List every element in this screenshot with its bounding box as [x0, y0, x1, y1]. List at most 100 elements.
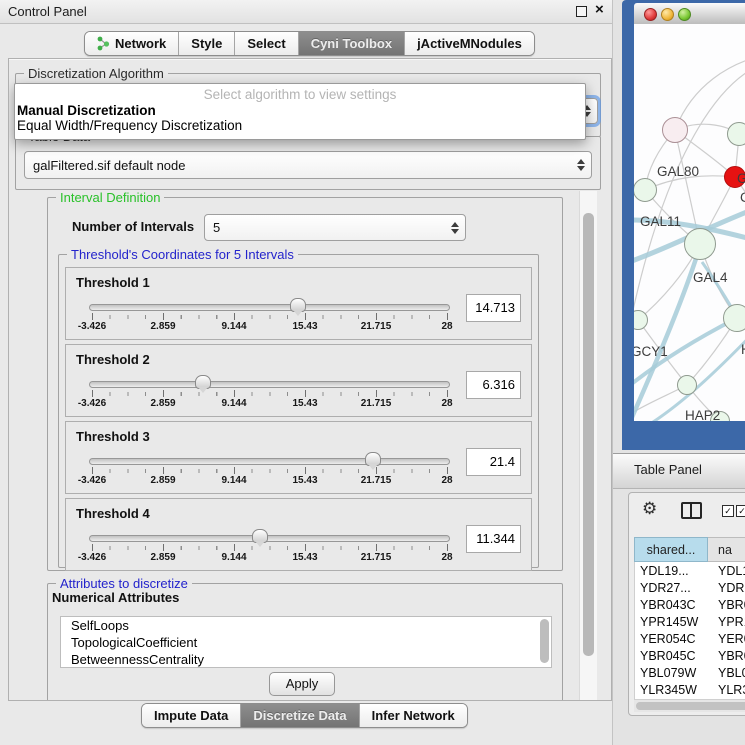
checkbox-checked-icon[interactable]: ✓ — [722, 505, 734, 517]
network-node[interactable] — [662, 117, 688, 143]
slider-handle[interactable] — [290, 298, 306, 312]
network-canvas[interactable]: GAL80 G C GAL11 GAL4 GCY1 H HAP2 — [634, 24, 745, 421]
combo-stepper-icon — [577, 159, 585, 171]
numerical-attributes-list[interactable]: SelfLoops TopologicalCoefficient Between… — [60, 616, 552, 668]
threshold-value-field[interactable]: 14.713 — [466, 294, 521, 322]
cell[interactable]: YDR2 — [709, 581, 745, 595]
cell[interactable]: YLR345W — [635, 683, 709, 697]
node-label-partial: H — [741, 342, 745, 357]
list-item[interactable]: BetweennessCentrality — [61, 651, 551, 668]
close-traffic-light-icon[interactable] — [644, 8, 657, 21]
tab-style[interactable]: Style — [178, 32, 234, 55]
node-label-hap2: HAP2 — [685, 408, 720, 421]
cell[interactable]: YPR1 — [709, 615, 745, 629]
table-row[interactable]: YBR043CYBR0 — [635, 596, 745, 613]
node-label-gal80: GAL80 — [657, 164, 699, 179]
tab-network[interactable]: Network — [85, 32, 178, 55]
slider-track[interactable] — [89, 535, 450, 542]
threshold-value-field[interactable]: 11.344 — [466, 525, 521, 553]
cell[interactable]: YBL079W — [635, 666, 709, 680]
list-scrollbar-thumb[interactable] — [540, 619, 549, 663]
table-row[interactable]: YLR345WYLR3 — [635, 681, 745, 698]
cell[interactable]: YPR145W — [635, 615, 709, 629]
cell[interactable]: YBR045C — [635, 649, 709, 663]
panel-scrollbar[interactable] — [579, 191, 597, 700]
apply-button[interactable]: Apply — [269, 672, 335, 696]
group-title: Discretization Algorithm — [24, 66, 168, 81]
network-node[interactable] — [684, 228, 716, 260]
column-header-name[interactable]: na — [708, 537, 745, 562]
cell[interactable]: YDL19... — [635, 564, 709, 578]
table-row[interactable]: YBR045CYBR0 — [635, 647, 745, 664]
tick-label: 21.715 — [361, 552, 392, 563]
node-label-partial: C — [740, 190, 745, 205]
table-hscrollbar-thumb[interactable] — [636, 702, 745, 710]
dropdown-option-manual-discretization[interactable]: Manual Discretization — [15, 103, 585, 118]
slider-track[interactable] — [89, 304, 450, 311]
network-node[interactable] — [723, 304, 745, 332]
maximize-traffic-light-icon[interactable] — [678, 8, 691, 21]
threshold-slider[interactable]: -3.426 2.859 9.144 15.43 21.715 28 — [92, 300, 447, 334]
table-panel-title: Table Panel — [634, 462, 702, 477]
split-columns-icon[interactable] — [681, 502, 702, 519]
table-row[interactable]: YPR145WYPR1 — [635, 613, 745, 630]
slider-handle[interactable] — [252, 529, 268, 543]
gear-icon[interactable]: ⚙ — [642, 499, 657, 519]
table-row[interactable]: YBL079WYBL0 — [635, 664, 745, 681]
table-data-combobox[interactable]: galFiltered.sif default node — [24, 151, 592, 179]
cell[interactable]: YER054C — [635, 632, 709, 646]
float-window-icon[interactable] — [576, 6, 587, 17]
tab-select[interactable]: Select — [234, 32, 297, 55]
threshold-slider[interactable]: -3.426 2.859 9.144 15.43 21.715 28 — [92, 454, 447, 488]
cell[interactable]: YLR3 — [709, 683, 745, 697]
column-header-shared-name[interactable]: shared... — [634, 537, 708, 562]
cell[interactable]: YDR27... — [635, 581, 709, 595]
tab-discretize-data[interactable]: Discretize Data — [240, 704, 358, 727]
table-horizontal-scrollbar[interactable] — [634, 699, 745, 712]
table-row[interactable]: YER054CYER0 — [635, 630, 745, 647]
tick-label: 2.859 — [150, 552, 175, 563]
network-node[interactable] — [634, 178, 657, 202]
node-table[interactable]: YDL19...YDL1 YDR27...YDR2 YBR043CYBR0 YP… — [634, 562, 745, 702]
cell[interactable]: YBR0 — [709, 598, 745, 612]
cell[interactable]: YER0 — [709, 632, 745, 646]
tab-cyni-toolbox[interactable]: Cyni Toolbox — [298, 32, 404, 55]
cell[interactable]: YBR0 — [709, 649, 745, 663]
tick-label: 9.144 — [221, 398, 246, 409]
minimize-traffic-light-icon[interactable] — [661, 8, 674, 21]
slider-handle[interactable] — [195, 375, 211, 389]
checkbox-checked-icon[interactable]: ✓ — [736, 505, 745, 517]
network-view-window[interactable]: GAL80 G C GAL11 GAL4 GCY1 H HAP2 — [622, 0, 745, 450]
tab-jactivemnodules[interactable]: jActiveMNodules — [404, 32, 534, 55]
slider-track[interactable] — [89, 381, 450, 388]
cyni-toolbox-panel: Discretization Algorithm Table Data galF… — [8, 58, 612, 701]
tab-impute-data[interactable]: Impute Data — [142, 704, 240, 727]
slider-handle[interactable] — [365, 452, 381, 466]
network-node[interactable] — [727, 122, 745, 146]
threshold-label: Threshold 1 — [76, 275, 150, 290]
panel-scrollbar-thumb[interactable] — [583, 213, 594, 656]
cell[interactable]: YBL0 — [709, 666, 745, 680]
list-item[interactable]: TopologicalCoefficient — [61, 634, 551, 651]
threshold-3-panel: Threshold 3 -3.426 2.859 9.144 — [65, 421, 532, 494]
slider-track[interactable] — [89, 458, 450, 465]
num-intervals-label: Number of Intervals — [72, 219, 194, 234]
close-icon[interactable]: × — [595, 1, 604, 18]
cell[interactable]: YDL1 — [709, 564, 745, 578]
threshold-slider[interactable]: -3.426 2.859 9.144 15.43 21.715 28 — [92, 377, 447, 411]
threshold-value-field[interactable]: 6.316 — [466, 371, 521, 399]
network-window-titlebar[interactable] — [634, 3, 745, 25]
threshold-value-field[interactable]: 21.4 — [466, 448, 521, 476]
dropdown-option-equal-width-frequency[interactable]: Equal Width/Frequency Discretization — [15, 118, 585, 133]
tick-label: 28 — [441, 321, 452, 332]
list-item[interactable]: SelfLoops — [61, 617, 551, 634]
num-intervals-combobox[interactable]: 5 — [204, 214, 466, 241]
threshold-slider[interactable]: -3.426 2.859 9.144 15.43 21.715 28 — [92, 531, 447, 565]
network-node[interactable] — [677, 375, 697, 395]
cell[interactable]: YBR043C — [635, 598, 709, 612]
table-row[interactable]: YDL19...YDL1 — [635, 562, 745, 579]
tick-label: -3.426 — [78, 321, 106, 332]
combo-stepper-icon — [451, 222, 459, 234]
table-row[interactable]: YDR27...YDR2 — [635, 579, 745, 596]
tab-infer-network[interactable]: Infer Network — [359, 704, 467, 727]
